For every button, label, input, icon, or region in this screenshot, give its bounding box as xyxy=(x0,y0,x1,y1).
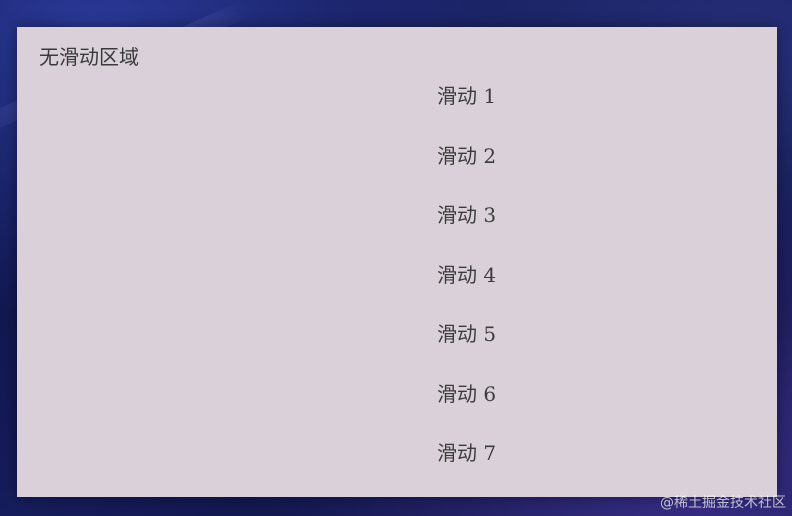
demo-panel: 无滑动区域 滑动 1 滑动 2 滑动 3 滑动 4 滑动 5 滑动 6 滑动 7 xyxy=(17,27,777,497)
scroll-item: 滑动 7 xyxy=(437,441,497,466)
scroll-item: 滑动 5 xyxy=(437,322,497,347)
scroll-item: 滑动 6 xyxy=(437,381,497,406)
no-scroll-region-label: 无滑动区域 xyxy=(39,45,139,69)
scroll-item: 滑动 1 xyxy=(437,84,497,109)
scroll-item: 滑动 3 xyxy=(437,203,497,228)
scroll-region[interactable]: 滑动 1 滑动 2 滑动 3 滑动 4 滑动 5 滑动 6 滑动 7 xyxy=(397,65,597,497)
scroll-item: 滑动 4 xyxy=(437,262,497,287)
scroll-item: 滑动 2 xyxy=(437,143,497,168)
watermark-text: @稀土掘金技术社区 xyxy=(660,495,786,511)
